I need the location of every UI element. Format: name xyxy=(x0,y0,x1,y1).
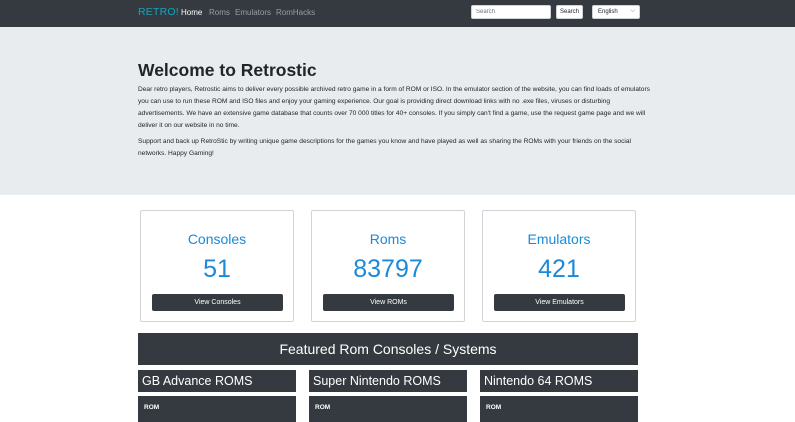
view-consoles-button[interactable]: View Consoles xyxy=(152,294,283,311)
card-count: 51 xyxy=(203,255,231,283)
emulators-card: Emulators 421 View Emulators xyxy=(482,210,636,322)
console-link-gba[interactable]: GB Advance ROMS xyxy=(138,370,296,392)
welcome-jumbotron: Welcome to Retrostic Dear retro players,… xyxy=(0,27,795,195)
nav-link-roms[interactable]: Roms xyxy=(209,8,230,17)
nav-link-home[interactable]: Home xyxy=(181,8,202,17)
console-link-snes[interactable]: Super Nintendo ROMS xyxy=(309,370,467,392)
rom-list-header: ROM xyxy=(309,396,467,422)
card-title: Roms xyxy=(369,231,407,247)
consoles-card: Consoles 51 View Consoles xyxy=(140,210,294,322)
rom-list-header: ROM xyxy=(480,396,638,422)
nav-link-romhacks[interactable]: RomHacks xyxy=(276,8,315,17)
card-count: 83797 xyxy=(353,255,423,283)
view-roms-button[interactable]: View ROMs xyxy=(323,294,454,311)
chevron-down-icon: ⌵ xyxy=(630,8,635,14)
top-navbar: RETRO! Home Roms Emulators RomHacks Sear… xyxy=(0,0,795,27)
language-select[interactable]: English ⌵ xyxy=(592,5,640,19)
card-title: Emulators xyxy=(527,231,591,247)
console-link-n64[interactable]: Nintendo 64 ROMS xyxy=(480,370,638,392)
support-paragraph: Support and back up RetroStic by writing… xyxy=(138,138,631,157)
search-input[interactable] xyxy=(471,5,551,19)
intro-paragraph: Dear retro players, Retrostic aims to de… xyxy=(138,86,650,129)
page-title: Welcome to Retrostic xyxy=(138,60,317,80)
card-count: 421 xyxy=(538,255,580,283)
rom-list-header: ROM xyxy=(138,396,296,422)
featured-heading: Featured Rom Consoles / Systems xyxy=(138,333,638,365)
roms-card: Roms 83797 View ROMs xyxy=(311,210,465,322)
view-emulators-button[interactable]: View Emulators xyxy=(494,294,625,311)
card-title: Consoles xyxy=(187,231,247,247)
nav-link-emulators[interactable]: Emulators xyxy=(235,8,271,17)
brand-logo[interactable]: RETRO! xyxy=(138,6,179,18)
search-button[interactable]: Search xyxy=(556,5,583,19)
language-select-value: English xyxy=(598,9,618,15)
